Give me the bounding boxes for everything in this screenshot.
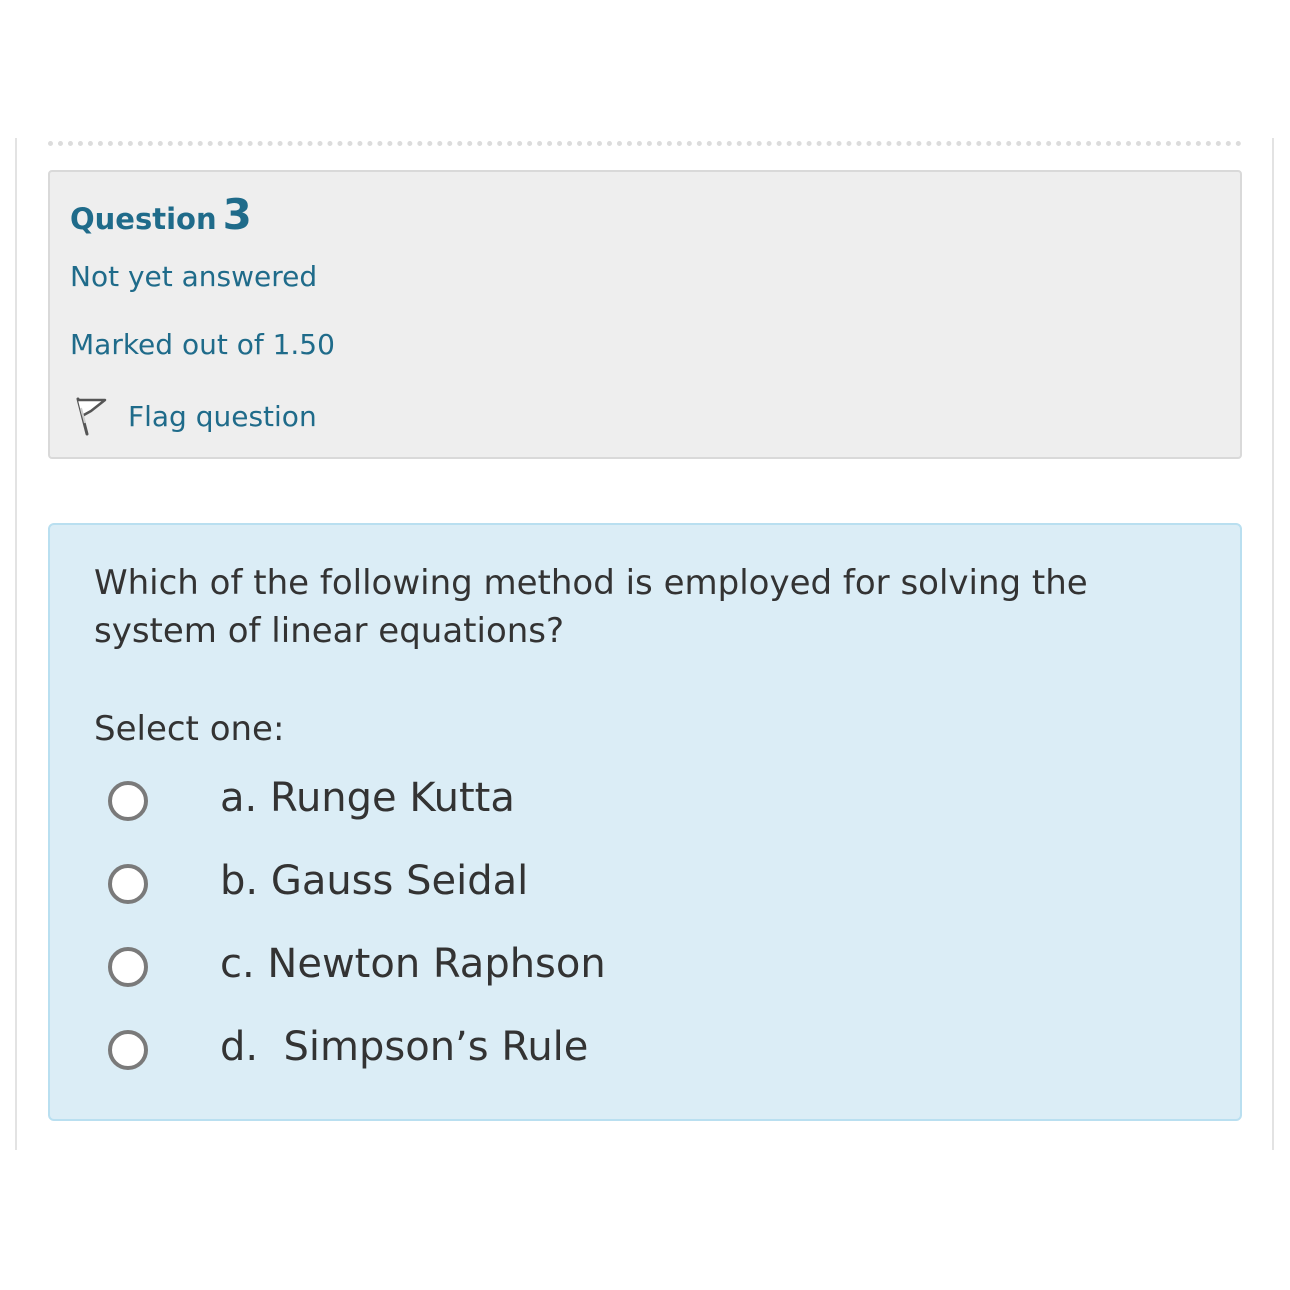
page-border-left — [15, 138, 17, 1150]
flag-outline-icon — [76, 397, 107, 436]
question-number: 3 — [222, 190, 252, 239]
question-marks: Marked out of 1.50 — [70, 328, 335, 361]
question-text: Which of the following method is employe… — [94, 563, 1088, 651]
select-one-prompt: Select one: — [94, 709, 285, 749]
radio-button-b[interactable] — [108, 864, 148, 904]
question-label: Question — [70, 202, 217, 236]
flag-question-button[interactable]: Flag question — [72, 394, 317, 438]
radio-button-c[interactable] — [108, 947, 148, 987]
question-heading: Question 3 — [70, 190, 252, 239]
question-info-panel: Question 3 Not yet answered Marked out of… — [48, 170, 1242, 459]
answer-label-a[interactable]: a. Runge Kutta — [220, 773, 515, 823]
dotted-divider — [48, 141, 1242, 146]
flag-question-label: Flag question — [128, 399, 317, 433]
radio-button-a[interactable] — [108, 781, 148, 821]
answer-label-b[interactable]: b. Gauss Seidal — [220, 856, 528, 906]
question-content-panel: Which of the following method is employe… — [48, 523, 1242, 1121]
question-status: Not yet answered — [70, 260, 318, 293]
page-border-right — [1272, 138, 1274, 1150]
quiz-page: Question 3 Not yet answered Marked out of… — [0, 0, 1290, 1290]
answer-label-c[interactable]: c. Newton Raphson — [220, 939, 606, 989]
radio-button-d[interactable] — [108, 1030, 148, 1070]
answer-label-d[interactable]: d. Simpson’s Rule — [220, 1022, 588, 1072]
